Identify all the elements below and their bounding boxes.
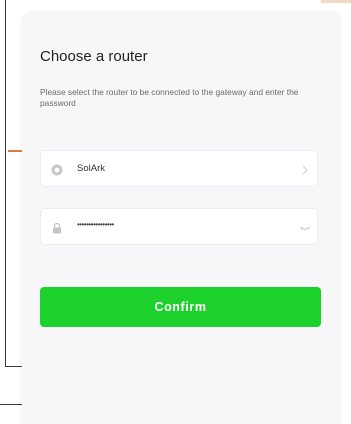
eye-closed-icon[interactable] <box>299 221 311 233</box>
router-selection-card: Choose a router Please select the router… <box>22 12 340 424</box>
background-frame-edge <box>5 366 23 367</box>
lock-icon <box>51 221 63 234</box>
chevron-right-icon[interactable] <box>299 163 311 175</box>
dialog-title: Choose a router <box>40 48 148 65</box>
password-field[interactable]: •••••••••••••••• <box>40 208 318 245</box>
background-frame-edge <box>0 404 24 405</box>
confirm-button[interactable]: Confirm <box>40 287 321 327</box>
password-input[interactable]: •••••••••••••••• <box>77 220 114 229</box>
background-accent <box>321 0 351 3</box>
dialog-subtitle: Please select the router to be connected… <box>40 87 299 108</box>
background-frame-edge <box>5 0 6 366</box>
router-name: SolArk <box>77 163 105 174</box>
wifi-router-icon <box>51 163 63 176</box>
router-select-field[interactable]: SolArk <box>40 150 318 187</box>
screen: Choose a router Please select the router… <box>0 0 351 424</box>
background-accent <box>8 150 22 152</box>
